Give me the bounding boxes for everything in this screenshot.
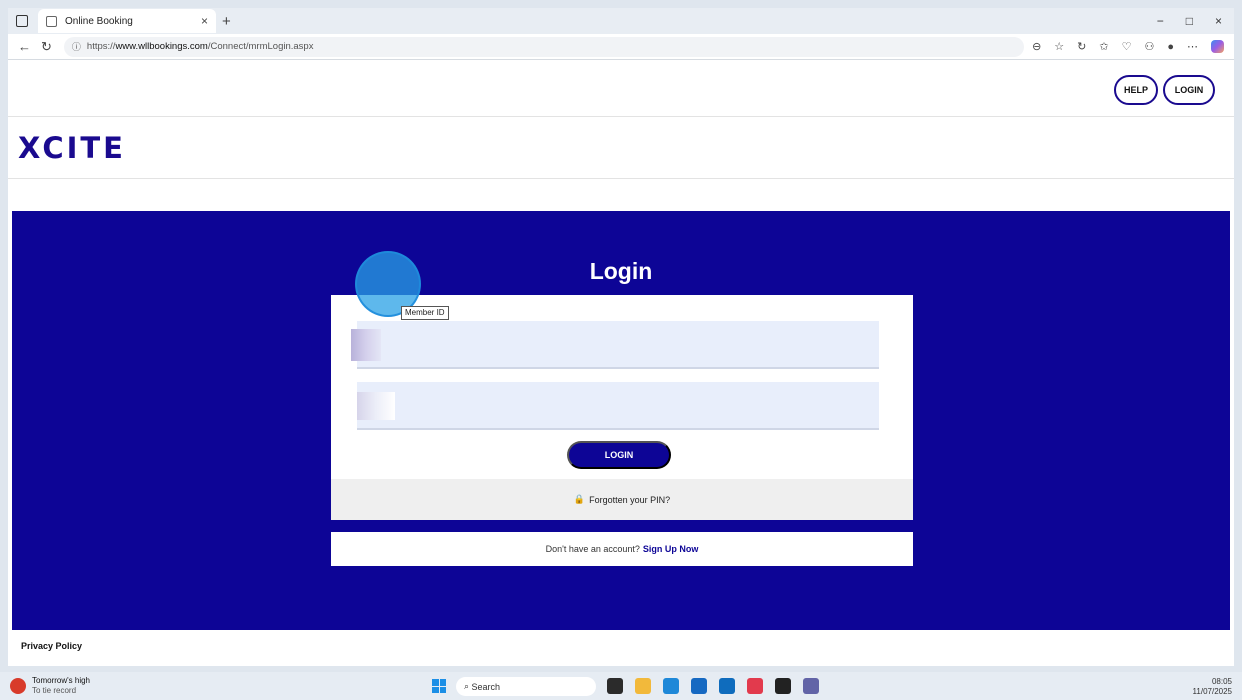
no-account-text: Don't have an account? bbox=[545, 544, 640, 554]
minimize-button[interactable]: − bbox=[1157, 14, 1164, 28]
tab-close-icon[interactable]: × bbox=[201, 14, 208, 28]
top-nav: HELP LOGIN bbox=[8, 60, 1234, 117]
pinned-apps bbox=[607, 678, 819, 694]
maximize-button[interactable]: □ bbox=[1186, 14, 1193, 28]
browser-tab-bar: Online Booking × + − □ × bbox=[8, 8, 1234, 34]
signup-card: Don't have an account? Sign Up Now bbox=[331, 532, 913, 566]
search-icon: ⌕ bbox=[464, 681, 472, 691]
weather-alert-icon bbox=[10, 678, 26, 694]
more-menu-icon[interactable]: ⋯ bbox=[1187, 40, 1198, 53]
profile-icon[interactable]: ● bbox=[1167, 41, 1174, 53]
site-info-icon[interactable]: ⓘ bbox=[72, 40, 81, 53]
pin-value-redacted bbox=[357, 392, 395, 420]
address-bar-row: ← ↻ ⓘ https://www.wllbookings.com/Connec… bbox=[8, 34, 1234, 60]
url-prefix: https:// bbox=[86, 41, 116, 52]
forgot-pin-row[interactable]: 🔒 Forgotten your PIN? bbox=[331, 479, 913, 520]
new-tab-button[interactable]: + bbox=[222, 13, 231, 30]
system-clock[interactable]: 08:05 11/07/2025 bbox=[1193, 677, 1232, 697]
reload-icon[interactable]: ↻ bbox=[1077, 40, 1086, 53]
login-banner: Login LOGIN 🔒 Forgotten your PIN? Don't … bbox=[12, 211, 1230, 630]
task-view-icon[interactable] bbox=[607, 678, 623, 694]
store-icon[interactable] bbox=[691, 678, 707, 694]
tab-title: Online Booking bbox=[65, 15, 133, 27]
login-card: LOGIN 🔒 Forgotten your PIN? bbox=[331, 295, 913, 520]
file-explorer-icon[interactable] bbox=[635, 678, 651, 694]
xcite-logo[interactable]: XCITE bbox=[18, 131, 126, 165]
share-icon[interactable]: ⚇ bbox=[1144, 40, 1154, 53]
clock-time: 08:05 bbox=[1211, 677, 1232, 686]
window-controls: − □ × bbox=[1157, 14, 1222, 28]
start-button-icon[interactable] bbox=[432, 679, 446, 693]
refresh-icon[interactable]: ↻ bbox=[41, 39, 52, 55]
help-button[interactable]: HELP bbox=[1114, 75, 1158, 105]
clock-date: 11/07/2025 bbox=[1192, 687, 1232, 696]
weather-line2: To tie record bbox=[32, 686, 77, 695]
weather-text: Tomorrow's high To tie record bbox=[32, 676, 90, 696]
signup-link[interactable]: Sign Up Now bbox=[643, 544, 699, 554]
favorites-icon[interactable]: ✩ bbox=[1099, 40, 1108, 53]
login-submit-button[interactable]: LOGIN bbox=[567, 441, 671, 469]
tab-actions-icon[interactable] bbox=[16, 15, 28, 27]
weather-widget[interactable]: Tomorrow's high To tie record bbox=[10, 676, 90, 696]
outlook-icon[interactable] bbox=[719, 678, 735, 694]
forgot-pin-link[interactable]: Forgotten your PIN? bbox=[589, 495, 670, 505]
pin-input[interactable] bbox=[357, 382, 879, 430]
web-page: HELP LOGIN XCITE Login LOGIN 🔒 Forgotten… bbox=[8, 60, 1234, 666]
app-dark-icon[interactable] bbox=[775, 678, 791, 694]
back-icon[interactable]: ← bbox=[18, 39, 31, 54]
member-id-input[interactable] bbox=[351, 321, 879, 369]
close-window-button[interactable]: × bbox=[1215, 14, 1222, 28]
search-label: Search bbox=[471, 681, 501, 692]
copilot-icon[interactable] bbox=[1211, 40, 1224, 53]
edge-icon[interactable] bbox=[663, 678, 679, 694]
login-title: Login bbox=[589, 258, 653, 284]
header-login-button[interactable]: LOGIN bbox=[1163, 75, 1215, 105]
teams-icon[interactable] bbox=[803, 678, 819, 694]
privacy-policy-link[interactable]: Privacy Policy bbox=[21, 641, 82, 651]
browser-tab[interactable]: Online Booking × bbox=[38, 9, 216, 33]
url-path: /Connect/mrmLogin.aspx bbox=[207, 41, 314, 52]
logo-row: XCITE bbox=[8, 117, 1234, 179]
member-id-tooltip: Member ID bbox=[401, 306, 449, 320]
spacer-row bbox=[8, 179, 1234, 208]
taskbar: Tomorrow's high To tie record ⌕ Search 0… bbox=[0, 672, 1242, 700]
lock-icon: 🔒 bbox=[573, 494, 586, 504]
taskbar-search[interactable]: ⌕ Search bbox=[456, 677, 596, 696]
favicon-icon bbox=[46, 15, 57, 27]
weather-line1: Tomorrow's high bbox=[32, 676, 90, 685]
browser-essentials-icon[interactable]: ♡ bbox=[1122, 40, 1132, 53]
favorite-star-icon[interactable]: ☆ bbox=[1054, 40, 1064, 53]
zoom-icon[interactable]: ⊖ bbox=[1032, 40, 1041, 53]
app-red-icon[interactable] bbox=[747, 678, 763, 694]
browser-toolbar: ⊖ ☆ ↻ ✩ ♡ ⚇ ● ⋯ bbox=[1032, 40, 1224, 53]
member-id-value-redacted bbox=[351, 329, 381, 361]
url-domain: www.wllbookings.com bbox=[115, 41, 208, 52]
url-field[interactable]: ⓘ https://www.wllbookings.com/Connect/mr… bbox=[63, 36, 1024, 57]
